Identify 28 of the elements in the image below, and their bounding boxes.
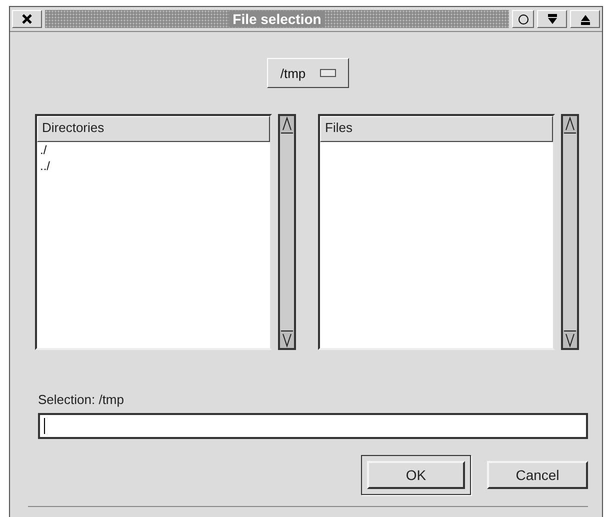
maximize-button[interactable]: [570, 10, 600, 28]
down-arrow-icon: [546, 14, 558, 24]
option-indicator-icon: [320, 69, 336, 77]
column-header[interactable]: Directories: [37, 116, 270, 142]
directory-list[interactable]: Directories ./ ../: [35, 114, 272, 350]
close-icon: [22, 14, 32, 24]
path-menu[interactable]: /tmp: [267, 58, 349, 88]
shade-button[interactable]: [537, 10, 567, 28]
close-button[interactable]: [12, 10, 42, 28]
selection-field[interactable]: [38, 413, 588, 439]
window-title: File selection: [228, 11, 326, 27]
scroll-up-icon[interactable]: [280, 116, 294, 134]
circle-icon: [518, 14, 528, 24]
text-cursor: [44, 418, 45, 434]
scrollbar[interactable]: [561, 114, 579, 350]
circle-button[interactable]: [512, 10, 534, 28]
ok-button[interactable]: OK: [367, 461, 465, 489]
cancel-button[interactable]: Cancel: [487, 461, 588, 489]
scroll-up-icon[interactable]: [563, 116, 577, 134]
scroll-down-icon[interactable]: [563, 330, 577, 348]
scrollbar[interactable]: [278, 114, 296, 350]
list-item[interactable]: ./: [37, 142, 270, 158]
file-list[interactable]: Files: [318, 114, 555, 350]
eject-icon: [580, 14, 590, 24]
selection-label: Selection: /tmp: [37, 392, 124, 407]
list-item[interactable]: ../: [37, 158, 270, 174]
column-header[interactable]: Files: [320, 116, 553, 142]
scroll-down-icon[interactable]: [280, 330, 294, 348]
